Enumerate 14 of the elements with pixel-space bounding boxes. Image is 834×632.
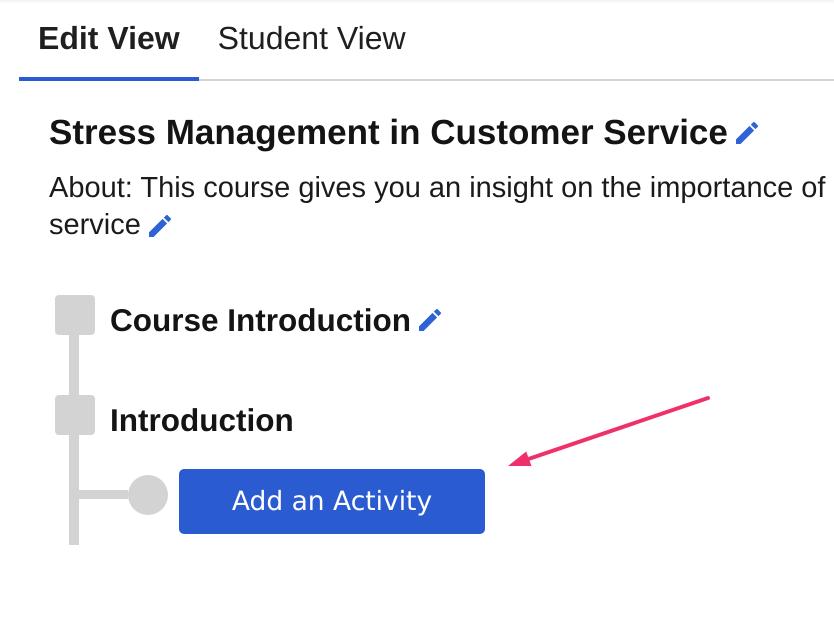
circle-marker-icon <box>128 475 168 515</box>
view-tab[interactable]: Edit View <box>19 0 199 81</box>
course-description: About: This course gives you an insight on the importance of <box>49 171 826 206</box>
pencil-edit-icon[interactable] <box>148 214 171 236</box>
square-marker-icon <box>55 295 95 335</box>
pencil-edit-icon[interactable] <box>419 309 441 331</box>
section-title: Course Introduction <box>110 302 411 338</box>
pencil-edit-icon[interactable] <box>736 122 758 144</box>
section-title: Introduction <box>110 402 294 438</box>
view-tab[interactable]: Student View <box>198 0 425 79</box>
course-title: Stress Management in Customer Service <box>49 115 728 151</box>
course-description: service <box>49 208 141 243</box>
add-activity-button[interactable]: Add an Activity <box>179 469 485 534</box>
square-marker-icon <box>55 395 95 435</box>
